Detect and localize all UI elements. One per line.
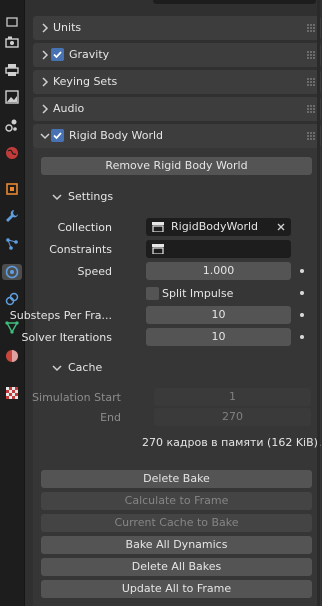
- wrench-icon[interactable]: [4, 208, 20, 224]
- solver-iterations-label: Solver Iterations: [21, 331, 112, 344]
- remove-rigid-body-world-button[interactable]: Remove Rigid Body World: [41, 157, 312, 175]
- chevron-right-icon: [42, 23, 49, 33]
- gravity-checkbox[interactable]: [51, 48, 64, 61]
- bake-all-dynamics-button[interactable]: Bake All Dynamics: [41, 536, 312, 554]
- texture-icon[interactable]: [4, 385, 20, 401]
- checkmark-icon: [53, 51, 62, 59]
- collection-value: RigidBodyWorld: [171, 220, 259, 233]
- cut-off-top-field[interactable]: [153, 0, 316, 4]
- keyframe-dot-icon[interactable]: [300, 291, 304, 295]
- keyframe-dot-icon[interactable]: [300, 313, 304, 317]
- drag-grip-icon[interactable]: [307, 132, 317, 140]
- object-icon[interactable]: [4, 181, 20, 197]
- constraints-field[interactable]: [146, 240, 291, 258]
- panel-keying-sets[interactable]: Keying Sets: [33, 70, 321, 94]
- speed-field[interactable]: 1.000: [146, 262, 291, 280]
- chevron-down-icon: [52, 365, 62, 372]
- world-icon[interactable]: [4, 145, 20, 161]
- drag-grip-icon[interactable]: [307, 78, 317, 86]
- physics-icon[interactable]: [2, 264, 22, 280]
- particles-icon[interactable]: [4, 236, 20, 252]
- drag-grip-icon[interactable]: [307, 105, 317, 113]
- constraints-label: Constraints: [49, 243, 112, 256]
- panel-title: Keying Sets: [53, 75, 118, 88]
- scene-icon[interactable]: [4, 117, 20, 133]
- panel-gravity[interactable]: Gravity: [33, 43, 321, 67]
- end-field[interactable]: 270: [154, 408, 311, 426]
- chevron-right-icon: [42, 104, 49, 114]
- split-impulse-checkbox[interactable]: [146, 287, 159, 300]
- constraint-icon[interactable]: [4, 291, 20, 307]
- split-impulse-label: Split Impulse: [162, 287, 234, 300]
- checkmark-icon: [53, 132, 62, 140]
- vertical-scrollbar[interactable]: [317, 0, 320, 606]
- speed-label: Speed: [77, 265, 112, 278]
- properties-tab-sidebar: [0, 0, 25, 606]
- substeps-field[interactable]: 10: [146, 306, 291, 324]
- chevron-down-icon: [52, 194, 62, 201]
- close-icon[interactable]: [277, 223, 285, 231]
- subpanel-cache[interactable]: Cache: [39, 357, 309, 379]
- calculate-to-frame-button[interactable]: Calculate to Frame: [41, 492, 312, 510]
- panel-audio[interactable]: Audio: [33, 97, 321, 121]
- subpanel-title: Cache: [68, 361, 103, 374]
- subpanel-title: Settings: [68, 190, 114, 203]
- panel-title: Audio: [53, 102, 85, 115]
- collection-label: Collection: [57, 221, 112, 234]
- chevron-right-icon: [42, 50, 49, 60]
- end-label: End: [100, 411, 121, 424]
- collection-icon: [152, 222, 164, 232]
- panel-title: Gravity: [69, 48, 110, 61]
- chevron-right-icon: [42, 77, 49, 87]
- panel-title: Units: [53, 21, 82, 34]
- current-cache-to-bake-button[interactable]: Current Cache to Bake: [41, 514, 312, 532]
- solver-iterations-field[interactable]: 10: [146, 328, 291, 346]
- collection-field[interactable]: RigidBodyWorld: [146, 218, 291, 236]
- substeps-label: Substeps Per Fra...: [9, 309, 112, 322]
- delete-all-bakes-button[interactable]: Delete All Bakes: [41, 558, 312, 576]
- subpanel-settings[interactable]: Settings: [39, 186, 309, 208]
- drag-grip-icon[interactable]: [307, 24, 317, 32]
- image-icon[interactable]: [4, 89, 20, 105]
- chevron-down-icon: [40, 133, 50, 140]
- rigid-body-world-checkbox[interactable]: [51, 129, 64, 142]
- delete-bake-button[interactable]: Delete Bake: [41, 470, 312, 488]
- keyframe-dot-icon[interactable]: [300, 335, 304, 339]
- simulation-start-field[interactable]: 1: [154, 388, 311, 406]
- tool-icon[interactable]: [4, 14, 20, 30]
- keyframe-dot-icon[interactable]: [300, 269, 304, 273]
- update-all-to-frame-button[interactable]: Update All to Frame: [41, 580, 312, 598]
- drag-grip-icon[interactable]: [307, 51, 317, 59]
- properties-editor: Units Gravity Keying Sets Audio Rigid Bo…: [10, 0, 322, 606]
- panel-rigid-body-world[interactable]: Rigid Body World: [33, 124, 321, 148]
- printer-icon[interactable]: [4, 62, 20, 78]
- material-icon[interactable]: [4, 348, 20, 364]
- panel-title: Rigid Body World: [69, 129, 164, 142]
- collection-icon: [152, 244, 164, 254]
- panel-units[interactable]: Units: [33, 16, 321, 40]
- cache-info-text: 270 кадров в памяти (162 KiB).: [142, 436, 322, 449]
- simulation-start-label: Simulation Start: [32, 391, 121, 404]
- render-icon[interactable]: [4, 34, 20, 50]
